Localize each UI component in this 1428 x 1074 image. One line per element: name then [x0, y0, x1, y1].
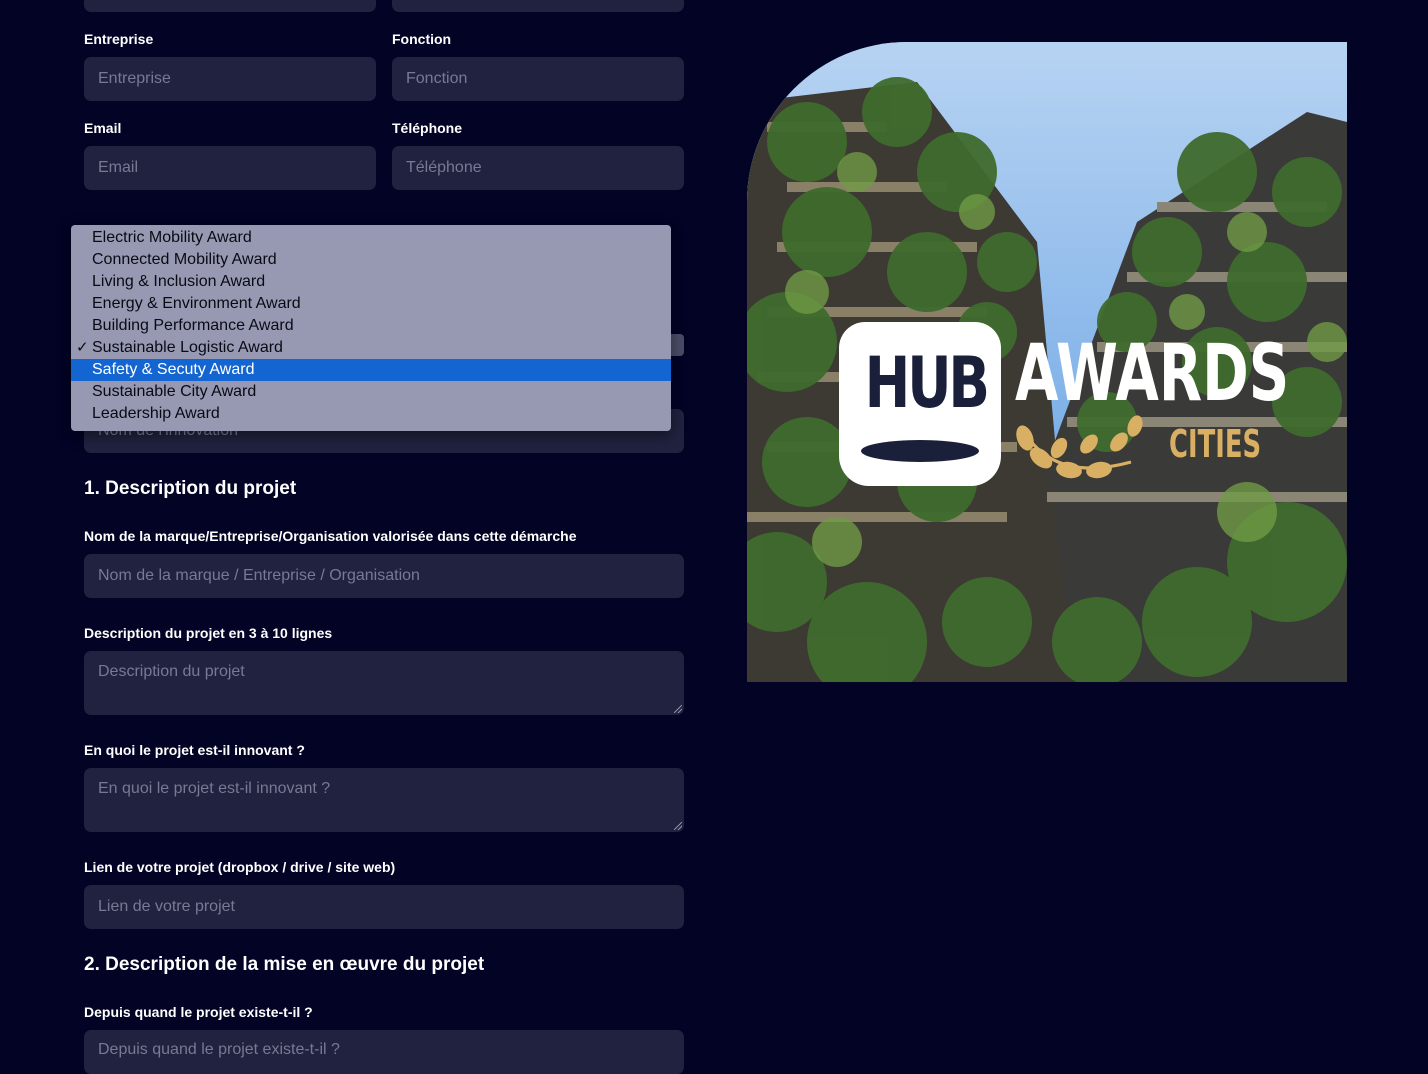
laurel-icon — [1016, 415, 1143, 479]
lien-input[interactable]: Lien de votre projet — [84, 885, 684, 929]
innovant-placeholder: En quoi le projet est-il innovant ? — [98, 780, 331, 797]
cities-text: CITIES — [1169, 422, 1262, 466]
telephone-placeholder: Téléphone — [406, 159, 482, 176]
hero-image: HUB AWARDS CITIES — [747, 42, 1347, 682]
email-placeholder: Email — [98, 159, 139, 176]
entreprise-label: Entreprise — [84, 31, 154, 47]
option-energy-environment[interactable]: Energy & Environment Award — [71, 293, 671, 315]
depuis-label: Depuis quand le projet existe-t-il ? — [84, 1004, 313, 1020]
description-placeholder: Description du projet — [98, 663, 245, 680]
telephone-label: Téléphone — [392, 120, 463, 136]
checkmark-icon: ✓ — [76, 339, 89, 356]
hub-text: HUB — [864, 342, 990, 424]
marque-label: Nom de la marque/Entreprise/Organisation… — [84, 528, 577, 544]
option-electric-mobility[interactable]: Electric Mobility Award — [71, 227, 671, 249]
entreprise-input[interactable]: Entreprise — [84, 57, 376, 101]
email-input[interactable]: Email — [84, 146, 376, 190]
option-connected-mobility[interactable]: Connected Mobility Award — [71, 249, 671, 271]
option-leadership[interactable]: Leadership Award — [71, 403, 671, 425]
option-sustainable-city[interactable]: Sustainable City Award — [71, 381, 671, 403]
awards-text: AWARDS — [1015, 329, 1290, 419]
description-textarea[interactable]: Description du projet — [84, 651, 684, 715]
option-sustainable-logistic[interactable]: ✓ Sustainable Logistic Award — [71, 337, 671, 359]
nom-field[interactable] — [392, 0, 684, 12]
option-living-inclusion[interactable]: Living & Inclusion Award — [71, 271, 671, 293]
option-safety-security[interactable]: Safety & Secuty Award — [71, 359, 671, 381]
marque-input[interactable]: Nom de la marque / Entreprise / Organisa… — [84, 554, 684, 598]
description-label: Description du projet en 3 à 10 lignes — [84, 625, 333, 641]
section2-heading: 2. Description de la mise en œuvre du pr… — [84, 954, 485, 975]
hub-ellipse — [861, 440, 979, 462]
hub-badge: HUB — [839, 322, 1001, 486]
resize-handle-icon[interactable] — [674, 705, 682, 713]
innovant-label: En quoi le projet est-il innovant ? — [84, 742, 305, 758]
fonction-input[interactable]: Fonction — [392, 57, 684, 101]
lien-label: Lien de votre projet (dropbox / drive / … — [84, 859, 396, 875]
option-building-performance[interactable]: Building Performance Award — [71, 315, 671, 337]
fonction-placeholder: Fonction — [406, 70, 468, 87]
marque-placeholder: Nom de la marque / Entreprise / Organisa… — [98, 567, 420, 584]
telephone-input[interactable]: Téléphone — [392, 146, 684, 190]
innovant-textarea[interactable]: En quoi le projet est-il innovant ? — [84, 768, 684, 832]
email-label: Email — [84, 120, 122, 136]
section1-heading: 1. Description du projet — [84, 478, 297, 499]
fonction-label: Fonction — [392, 31, 452, 47]
depuis-placeholder: Depuis quand le projet existe-t-il ? — [98, 1041, 340, 1058]
prenom-field[interactable] — [84, 0, 376, 12]
hub-awards-logo: HUB AWARDS CITIES — [839, 322, 1289, 492]
entreprise-placeholder: Entreprise — [98, 70, 171, 87]
depuis-input[interactable]: Depuis quand le projet existe-t-il ? — [84, 1030, 684, 1074]
award-dropdown-list[interactable]: Electric Mobility Award Connected Mobili… — [71, 225, 671, 431]
lien-placeholder: Lien de votre projet — [98, 898, 235, 915]
resize-handle-icon[interactable] — [674, 822, 682, 830]
